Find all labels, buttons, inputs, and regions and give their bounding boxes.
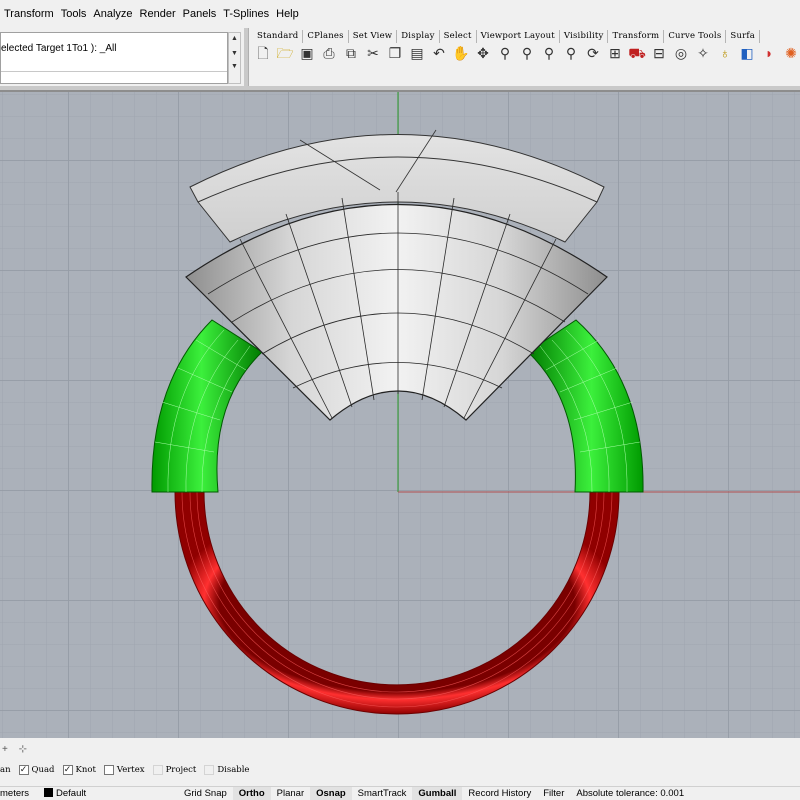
pane-gumball[interactable]: Gumball xyxy=(412,787,463,800)
osnap-disable[interactable]: Disable xyxy=(204,765,249,775)
tab-standard[interactable]: Standard xyxy=(253,30,304,43)
menu-render[interactable]: Render xyxy=(140,8,183,20)
checkbox-unchecked-icon[interactable] xyxy=(103,765,114,775)
osnap-knot-label: Knot xyxy=(75,765,96,775)
osnap-row: an ✓ Quad ✓ Knot Vertex Project Disable xyxy=(0,762,257,778)
checkbox-checked-icon[interactable]: ✓ xyxy=(18,765,29,775)
toolbar-area: Standard CPlanes Set View Display Select… xyxy=(248,28,800,86)
scroll-down-icon[interactable]: ▼ xyxy=(229,61,240,72)
osnap-knot[interactable]: ✓ Knot xyxy=(62,765,96,775)
menu-panels[interactable]: Panels xyxy=(183,8,224,20)
print-icon[interactable]: ⎙ xyxy=(319,43,339,63)
checkbox-checked-icon[interactable]: ✓ xyxy=(62,765,73,775)
shoulder-green-right[interactable] xyxy=(527,319,644,493)
osnap-vertex-label: Vertex xyxy=(116,765,145,775)
four-viewports-icon[interactable]: ⊞ xyxy=(605,43,625,63)
pane-filter[interactable]: Filter xyxy=(537,787,570,800)
checkbox-unchecked-icon[interactable] xyxy=(204,765,215,775)
zoom-extents-icon[interactable]: ⚲ xyxy=(539,43,559,63)
tab-cplanes[interactable]: CPlanes xyxy=(303,30,349,43)
move-icon[interactable]: ✥ xyxy=(473,43,493,63)
tab-surface[interactable]: Surfa xyxy=(726,30,760,43)
tolerance-pane: Absolute tolerance: 0.001 xyxy=(576,787,685,799)
status-bar: meters Default Grid Snap Ortho Planar Os… xyxy=(0,786,800,800)
menu-analyze[interactable]: Analyze xyxy=(93,8,139,20)
ring-model xyxy=(151,92,800,715)
osnap-project-label: Project xyxy=(165,765,197,775)
osnap-disable-label: Disable xyxy=(217,765,250,775)
command-panel: elected Target 1To1 ): _All ▲ ▼ ▼ xyxy=(0,28,244,86)
pane-smarttrack[interactable]: SmartTrack xyxy=(352,787,413,800)
bottom-panel: + ⊹ an ✓ Quad ✓ Knot Vertex Project Disa… xyxy=(0,738,800,786)
shank-red[interactable] xyxy=(174,491,620,715)
shank-isocurves xyxy=(181,491,613,708)
undo-icon[interactable]: ↶ xyxy=(429,43,449,63)
scroll-up-icon[interactable]: ▲ xyxy=(229,33,240,44)
new-file-icon[interactable]: 🗋 xyxy=(253,43,273,63)
osnap-partial: an xyxy=(0,765,11,775)
car-icon[interactable]: ⛟ xyxy=(627,43,647,63)
scroll-down-icon[interactable]: ▼ xyxy=(229,48,240,59)
pane-ortho[interactable]: Ortho xyxy=(232,787,271,800)
zoom-selected-icon[interactable]: ⚲ xyxy=(561,43,581,63)
tab-display[interactable]: Display xyxy=(397,30,440,43)
layer-name: Default xyxy=(56,787,87,799)
layer-pane[interactable]: Default xyxy=(38,787,178,800)
light-icon[interactable]: ✧ xyxy=(693,43,713,63)
zoom-icon[interactable]: ⚲ xyxy=(495,43,515,63)
zoom-window-icon[interactable]: ⚲ xyxy=(517,43,537,63)
tab-visibility[interactable]: Visibility xyxy=(560,30,609,43)
snap-target-icon[interactable]: ⊹ xyxy=(19,744,27,755)
color-wheel-icon[interactable]: ✺ xyxy=(781,43,800,63)
head-fan-body[interactable] xyxy=(185,203,608,421)
layer-color-swatch xyxy=(44,787,53,797)
command-history: elected Target 1To1 ): _All xyxy=(0,32,228,84)
osnap-vertex[interactable]: Vertex xyxy=(103,765,145,775)
material-icon[interactable]: ◗ xyxy=(759,43,779,63)
osnap-project[interactable]: Project xyxy=(152,765,197,775)
grid-icon[interactable]: ◎ xyxy=(671,43,691,63)
toolbar-tabs: Standard CPlanes Set View Display Select… xyxy=(253,30,800,43)
tab-curve-tools[interactable]: Curve Tools xyxy=(664,30,727,43)
cut-icon[interactable]: ✂ xyxy=(363,43,383,63)
pane-grid-snap[interactable]: Grid Snap xyxy=(178,787,233,800)
import-icon[interactable]: ⧉ xyxy=(341,43,361,63)
osnap-quad-label: Quad xyxy=(31,765,55,775)
menu-tools[interactable]: Tools xyxy=(61,8,94,20)
open-folder-icon[interactable]: 🗁 xyxy=(275,43,295,63)
paste-icon[interactable]: ▤ xyxy=(407,43,427,63)
tab-set-view[interactable]: Set View xyxy=(349,30,398,43)
tab-transform[interactable]: Transform xyxy=(608,30,665,43)
tab-viewport-layout[interactable]: Viewport Layout xyxy=(477,30,560,43)
layer-icon[interactable]: ◧ xyxy=(737,43,757,63)
command-scrollbar[interactable]: ▲ ▼ ▼ xyxy=(228,32,241,84)
add-viewport-icon[interactable]: + xyxy=(2,744,8,755)
viewport-front[interactable] xyxy=(0,90,800,738)
viewport-tab-icons: + ⊹ xyxy=(2,744,27,755)
menu-bar: Transform Tools Analyze Render Panels T-… xyxy=(0,0,800,28)
command-input[interactable] xyxy=(1,71,227,84)
toolbar-icons: 🗋 🗁 ▣ ⎙ ⧉ ✂ ❐ ▤ ↶ ✋ ✥ ⚲ ⚲ ⚲ ⚲ ⟳ ⊞ ⛟ ⊟ ◎ … xyxy=(253,43,800,63)
cplane-icon[interactable]: ⊟ xyxy=(649,43,669,63)
menu-help[interactable]: Help xyxy=(276,8,306,20)
pane-osnap[interactable]: Osnap xyxy=(310,787,352,800)
checkbox-unchecked-icon[interactable] xyxy=(152,765,163,775)
rotate-view-icon[interactable]: ⟳ xyxy=(583,43,603,63)
osnap-quad[interactable]: ✓ Quad xyxy=(18,765,55,775)
osnap-partial-label: an xyxy=(0,765,11,775)
menu-t-splines[interactable]: T-Splines xyxy=(223,8,276,20)
tab-select[interactable]: Select xyxy=(440,30,477,43)
units-pane: meters xyxy=(0,787,30,799)
bulb-icon[interactable]: ♁ xyxy=(715,43,735,63)
pan-hand-icon[interactable]: ✋ xyxy=(451,43,471,63)
copy-icon[interactable]: ❐ xyxy=(385,43,405,63)
pane-planar[interactable]: Planar xyxy=(271,787,310,800)
pane-record-history[interactable]: Record History xyxy=(462,787,537,800)
command-history-text: elected Target 1To1 ): _All xyxy=(1,43,117,54)
menu-transform[interactable]: Transform xyxy=(4,8,61,20)
save-icon[interactable]: ▣ xyxy=(297,43,317,63)
